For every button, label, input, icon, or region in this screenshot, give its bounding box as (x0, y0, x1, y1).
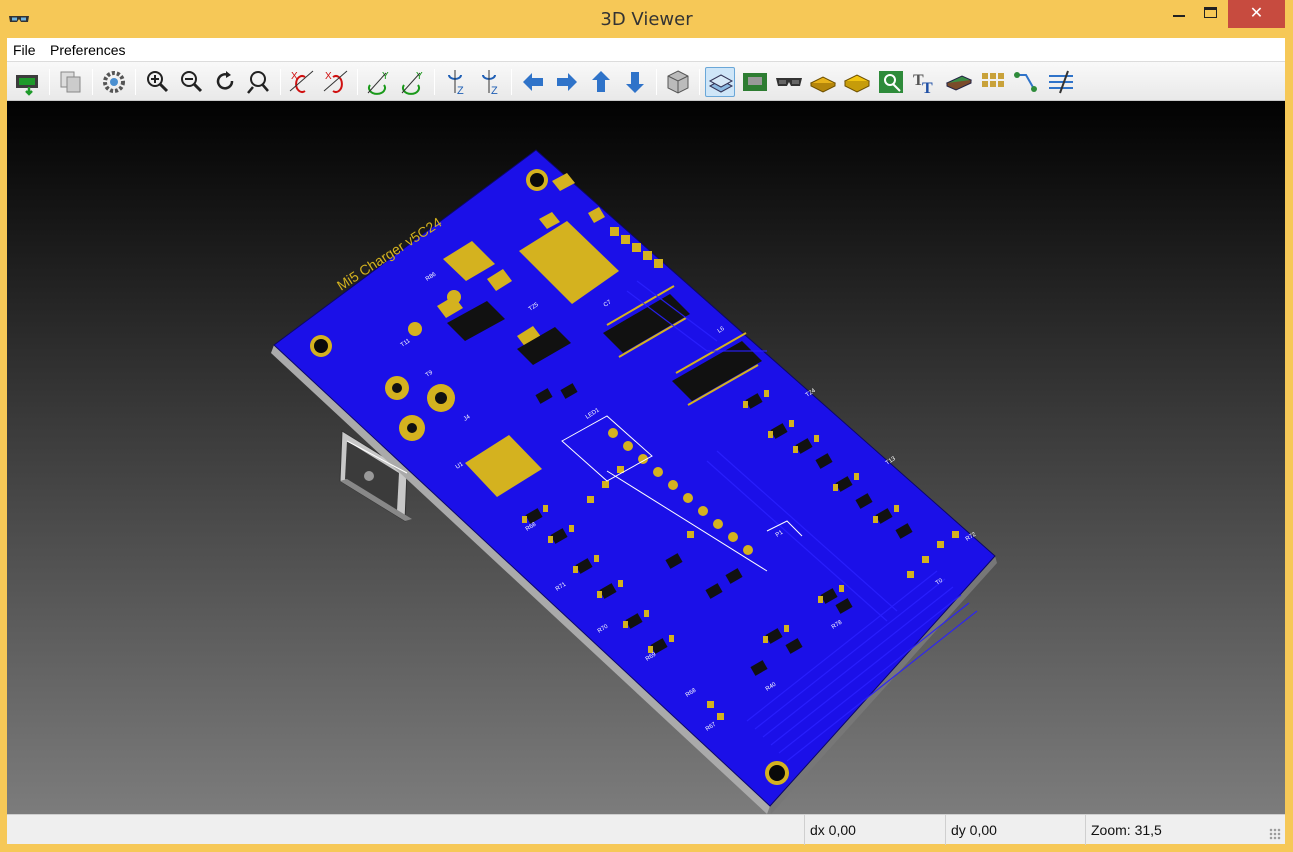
toggle-realistic-icon (708, 74, 734, 93)
move-down-button[interactable] (620, 67, 650, 97)
toggle-board-body-button[interactable] (944, 67, 974, 97)
rotate-z-ccw-icon: Z (482, 70, 498, 97)
pcb-3d-render: Mi5 Charger v5C24 R86 T11 T9 J4 T25 C7 L… (271, 149, 997, 814)
toggle-grid-button[interactable] (978, 67, 1008, 97)
toggle-board-body-icon (945, 75, 973, 91)
move-left-icon (523, 73, 543, 91)
menu-preferences[interactable]: Preferences (50, 42, 125, 58)
toggle-realistic-button[interactable] (705, 67, 735, 97)
reload-board-button[interactable] (13, 67, 43, 97)
toggle-edges-button[interactable] (1046, 67, 1076, 97)
status-dy: dy 0,00 (945, 815, 1085, 845)
move-up-button[interactable] (586, 67, 616, 97)
toggle-3d-models-icon (743, 73, 767, 91)
move-left-button[interactable] (518, 67, 548, 97)
redraw-button[interactable] (210, 67, 240, 97)
maximize-button[interactable] (1195, 0, 1227, 28)
toolbar: X X Y Y Z Z T T (7, 62, 1285, 101)
svg-text:Z: Z (457, 85, 464, 97)
toggle-copper-icon (879, 71, 903, 93)
rotate-x-ccw-icon: X (323, 70, 348, 93)
reload-board-icon (16, 75, 38, 96)
title-bar[interactable]: 3D Viewer ✕ (0, 0, 1293, 38)
zoom-in-button[interactable] (142, 67, 172, 97)
rotate-x-ccw-button[interactable]: X (321, 67, 351, 97)
toggle-edges-icon (1049, 70, 1073, 94)
svg-text:Z: Z (491, 85, 498, 97)
toggle-silkscreen-button[interactable] (774, 67, 804, 97)
maximize-icon (1204, 7, 1217, 18)
svg-text:X: X (325, 71, 332, 82)
zoom-fit-icon (247, 71, 269, 94)
rotate-y-ccw-icon: Y (401, 71, 423, 95)
perspective-icon (667, 70, 689, 94)
zoom-out-icon (181, 71, 203, 93)
move-right-icon (557, 73, 577, 91)
copy-image-icon (60, 71, 81, 93)
toggle-text-icon: T T (913, 72, 933, 97)
rotate-x-cw-icon: X (289, 70, 314, 93)
window-title: 3D Viewer (600, 9, 693, 30)
svg-text:T: T (922, 80, 933, 97)
toggle-text-button[interactable]: T T (910, 67, 940, 97)
display-options-button[interactable] (99, 67, 129, 97)
toggle-tracks-icon (1014, 72, 1037, 92)
zoom-in-icon (147, 71, 169, 93)
menu-file[interactable]: File (13, 42, 36, 58)
app-window: 3D Viewer ✕ File Preferences X X Y Y Z Z… (0, 0, 1293, 852)
toggle-copper-button[interactable] (876, 67, 906, 97)
move-up-icon (592, 71, 610, 92)
rotate-z-cw-icon: Z (448, 70, 464, 97)
move-down-icon (626, 72, 644, 93)
zoom-fit-button[interactable] (244, 67, 274, 97)
resize-grip-icon[interactable] (1269, 828, 1281, 840)
3d-viewport[interactable]: Mi5 Charger v5C24 R86 T11 T9 J4 T25 C7 L… (7, 101, 1285, 814)
rotate-z-cw-button[interactable]: Z (441, 67, 471, 97)
display-options-icon (103, 71, 125, 93)
status-dx: dx 0,00 (804, 815, 945, 845)
close-button[interactable]: ✕ (1228, 0, 1285, 28)
toggle-tracks-button[interactable] (1012, 67, 1042, 97)
perspective-button[interactable] (663, 67, 693, 97)
rotate-z-ccw-button[interactable]: Z (475, 67, 505, 97)
status-bar: dx 0,00 dy 0,00 Zoom: 31,5 (7, 814, 1285, 845)
menu-bar: File Preferences (7, 38, 1285, 62)
rotate-y-cw-button[interactable]: Y (364, 67, 394, 97)
close-icon: ✕ (1249, 5, 1264, 22)
zoom-out-button[interactable] (176, 67, 206, 97)
toggle-silkscreen-icon (776, 78, 802, 86)
rotate-x-cw-button[interactable]: X (287, 67, 317, 97)
rotate-y-cw-icon: Y (367, 71, 389, 95)
toggle-3d-models-button[interactable] (740, 67, 770, 97)
move-right-button[interactable] (552, 67, 582, 97)
copy-image-button[interactable] (56, 67, 86, 97)
toggle-soldermask-button[interactable] (808, 67, 838, 97)
redraw-icon (216, 71, 234, 90)
toggle-paste-icon (843, 74, 871, 93)
toggle-soldermask-icon (809, 76, 837, 93)
status-zoom: Zoom: 31,5 (1085, 815, 1245, 845)
minimize-icon (1173, 15, 1185, 17)
toggle-grid-icon (982, 73, 1004, 87)
minimize-button[interactable] (1163, 0, 1195, 28)
rotate-y-ccw-button[interactable]: Y (398, 67, 428, 97)
toggle-paste-button[interactable] (842, 67, 872, 97)
